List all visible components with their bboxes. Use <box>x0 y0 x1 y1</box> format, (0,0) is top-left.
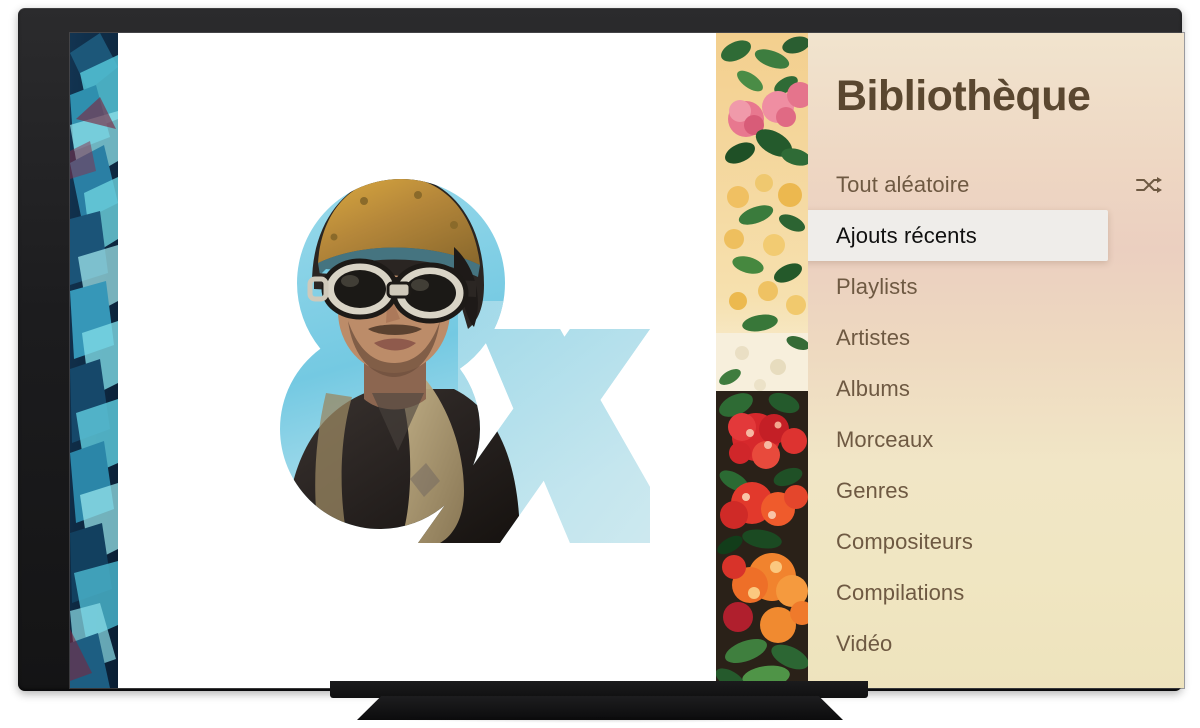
menu-item-ajouts-recents[interactable]: Ajouts récents <box>808 210 1108 261</box>
menu-item-artistes[interactable]: Artistes <box>808 312 1184 363</box>
menu-item-albums[interactable]: Albums <box>808 363 1184 414</box>
album-art-left-partial[interactable] <box>70 33 118 688</box>
blue-crystal-art-svg <box>70 33 118 688</box>
tv-stand-shadow <box>352 717 848 723</box>
album-art-center-area <box>118 33 716 688</box>
menu-item-label: Albums <box>836 375 910 401</box>
page-title: Bibliothèque <box>836 72 1091 120</box>
menu-item-playlists[interactable]: Playlists <box>808 261 1184 312</box>
menu-item-compilations[interactable]: Compilations <box>808 567 1184 618</box>
menu-item-label: Playlists <box>836 273 918 299</box>
tv-frame: Bibliothèque Tout aléatoire Ajouts récen… <box>18 8 1184 691</box>
menu-item-label: Compilations <box>836 579 965 605</box>
tv-stand-neck <box>330 681 868 698</box>
menu-item-label: Morceaux <box>836 426 934 452</box>
floral-art-svg <box>716 33 808 688</box>
menu-item-label: Genres <box>836 477 909 503</box>
menu-item-label: Compositeurs <box>836 528 973 554</box>
menu-item-genres[interactable]: Genres <box>808 465 1184 516</box>
library-menu-panel: Bibliothèque Tout aléatoire Ajouts récen… <box>808 33 1184 688</box>
tv-screen: Bibliothèque Tout aléatoire Ajouts récen… <box>70 33 1184 688</box>
menu-item-compositeurs[interactable]: Compositeurs <box>808 516 1184 567</box>
library-menu-list: Tout aléatoire Ajouts récents Playlists … <box>808 159 1184 669</box>
menu-item-morceaux[interactable]: Morceaux <box>808 414 1184 465</box>
album-art-ampersand[interactable] <box>268 161 650 543</box>
menu-item-label: Vidéo <box>836 630 893 656</box>
menu-item-tout-aleatoire[interactable]: Tout aléatoire <box>808 159 1184 210</box>
screenshot-root: Bibliothèque Tout aléatoire Ajouts récen… <box>0 0 1200 728</box>
menu-item-label: Ajouts récents <box>836 222 977 248</box>
ampersand-art-svg <box>280 179 650 543</box>
menu-item-video[interactable]: Vidéo <box>808 618 1184 669</box>
menu-item-label: Artistes <box>836 324 911 350</box>
menu-item-label: Tout aléatoire <box>836 171 970 197</box>
music-library-screen: Bibliothèque Tout aléatoire Ajouts récen… <box>70 33 1184 688</box>
shuffle-icon <box>1136 176 1162 194</box>
album-art-floral-strip[interactable] <box>716 33 808 688</box>
